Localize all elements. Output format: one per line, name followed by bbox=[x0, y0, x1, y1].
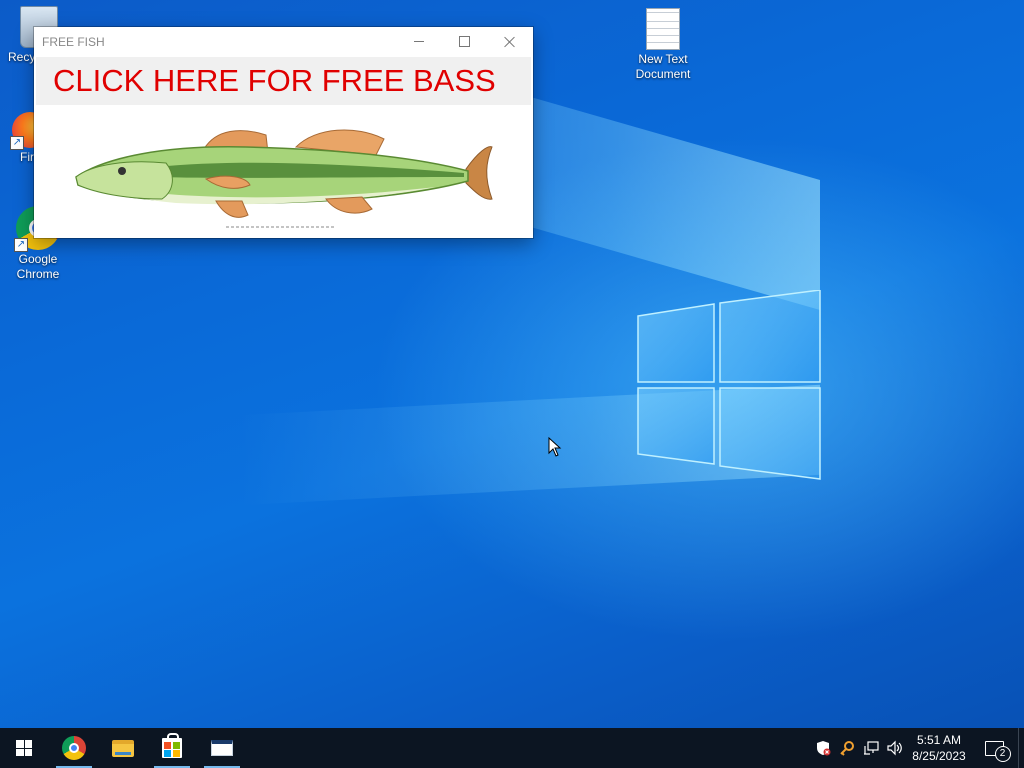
close-button[interactable] bbox=[487, 27, 533, 56]
taskbar-file-explorer[interactable] bbox=[99, 728, 147, 768]
network-icon bbox=[864, 741, 879, 755]
folder-icon bbox=[112, 739, 134, 757]
desktop-icon-new-text-document[interactable]: New Text Document bbox=[625, 8, 701, 82]
taskbar-clock[interactable]: 5:51 AM 8/25/2023 bbox=[908, 728, 970, 768]
free-bass-button[interactable]: CLICK HERE FOR FREE BASS bbox=[36, 57, 531, 105]
volume-tray-button[interactable] bbox=[884, 728, 906, 768]
windows-logo-wallpaper bbox=[637, 290, 821, 480]
security-shield-icon bbox=[817, 741, 831, 756]
clock-time: 5:51 AM bbox=[916, 733, 962, 747]
notification-count-badge: 2 bbox=[994, 745, 1011, 762]
fish-image bbox=[36, 107, 531, 236]
key-icon bbox=[840, 741, 854, 756]
start-button[interactable] bbox=[0, 728, 48, 768]
largemouth-bass-icon bbox=[75, 129, 493, 228]
window-title: FREE FISH bbox=[42, 35, 105, 49]
desktop-background[interactable]: Recy ↗ Fir ↗ Google Chrome New Text Docu… bbox=[0, 0, 1024, 728]
volume-icon bbox=[887, 740, 902, 756]
app-window-icon bbox=[211, 740, 233, 756]
security-shield-tray-button[interactable] bbox=[812, 728, 834, 768]
network-tray-button[interactable] bbox=[860, 728, 882, 768]
desktop-icon-label: Google Chrome bbox=[16, 252, 60, 281]
key-tray-button[interactable] bbox=[836, 728, 858, 768]
free-bass-label: CLICK HERE FOR FREE BASS bbox=[53, 63, 496, 98]
desktop-icon-label: New Text Document bbox=[635, 52, 691, 81]
clock-date: 8/25/2023 bbox=[912, 749, 966, 763]
minimize-icon bbox=[414, 41, 424, 42]
notifications-icon: 2 bbox=[984, 740, 1011, 762]
maximize-icon bbox=[458, 36, 470, 47]
action-center-button[interactable]: 2 bbox=[978, 728, 1011, 768]
free-fish-window[interactable]: FREE FISH CLICK HERE FOR FREE BASS bbox=[34, 27, 533, 238]
show-desktop-button[interactable] bbox=[1018, 728, 1024, 768]
window-titlebar[interactable]: FREE FISH bbox=[34, 27, 533, 56]
taskbar: 5:51 AM 8/25/2023 2 bbox=[0, 728, 1024, 768]
taskbar-microsoft-store[interactable] bbox=[148, 728, 196, 768]
minimize-button[interactable] bbox=[396, 27, 442, 56]
windows-start-icon bbox=[16, 740, 32, 756]
mouse-cursor-icon bbox=[548, 437, 562, 457]
taskbar-free-fish-window[interactable] bbox=[198, 728, 246, 768]
close-icon bbox=[504, 36, 516, 48]
maximize-button[interactable] bbox=[441, 27, 487, 56]
text-document-icon bbox=[646, 8, 680, 50]
store-bag-icon bbox=[162, 733, 182, 758]
taskbar-google-chrome[interactable] bbox=[50, 728, 98, 768]
shortcut-arrow-icon: ↗ bbox=[10, 136, 24, 150]
chrome-icon bbox=[62, 736, 86, 760]
shortcut-arrow-icon: ↗ bbox=[14, 238, 28, 252]
